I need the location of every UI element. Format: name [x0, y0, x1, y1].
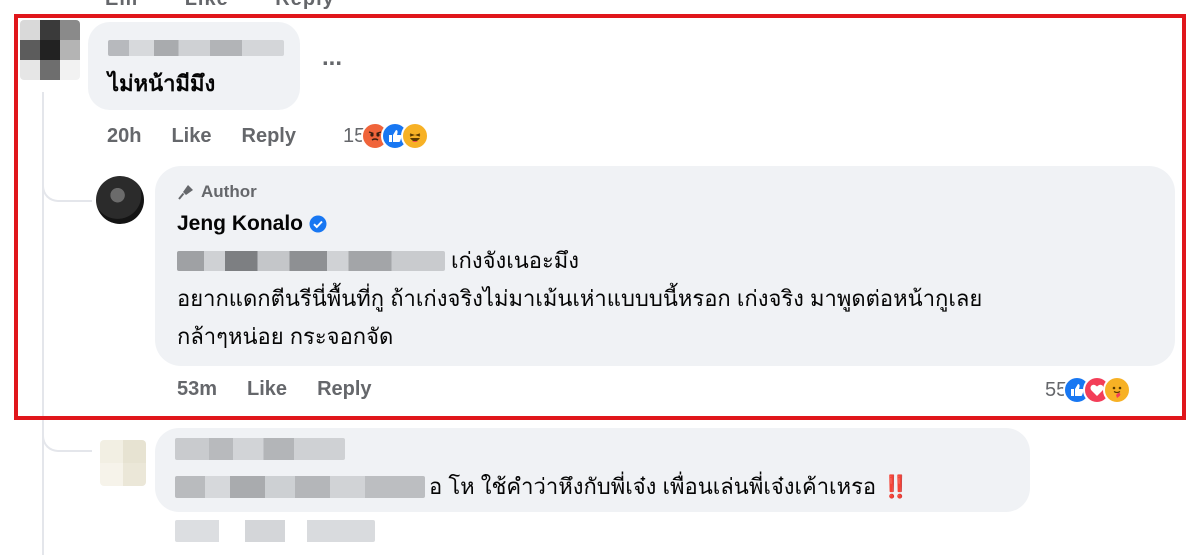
avatar[interactable] — [100, 440, 146, 486]
previous-reply-button[interactable]: Reply — [275, 0, 334, 10]
previous-like-button[interactable]: Like — [185, 0, 229, 10]
double-exclamation-icon: ‼️ — [882, 474, 910, 499]
reply-connector — [42, 420, 92, 452]
previous-comment-actions: Em Like Reply — [105, 0, 375, 11]
comment-text: อ โห ใช้คำว่าหึงกับพี่เจ๋ง เพื่อนเล่นพี่… — [429, 474, 877, 499]
blurred-author-name — [175, 438, 345, 460]
previous-time: Em — [105, 0, 138, 10]
blurred-actions — [175, 520, 375, 542]
comment-bubble: อ โห ใช้คำว่าหึงกับพี่เจ๋ง เพื่อนเล่นพี่… — [155, 428, 1030, 512]
blurred-text — [175, 476, 425, 498]
comment-line: อ โห ใช้คำว่าหึงกับพี่เจ๋ง เพื่อนเล่นพี่… — [175, 468, 910, 506]
highlight-frame — [14, 14, 1186, 420]
